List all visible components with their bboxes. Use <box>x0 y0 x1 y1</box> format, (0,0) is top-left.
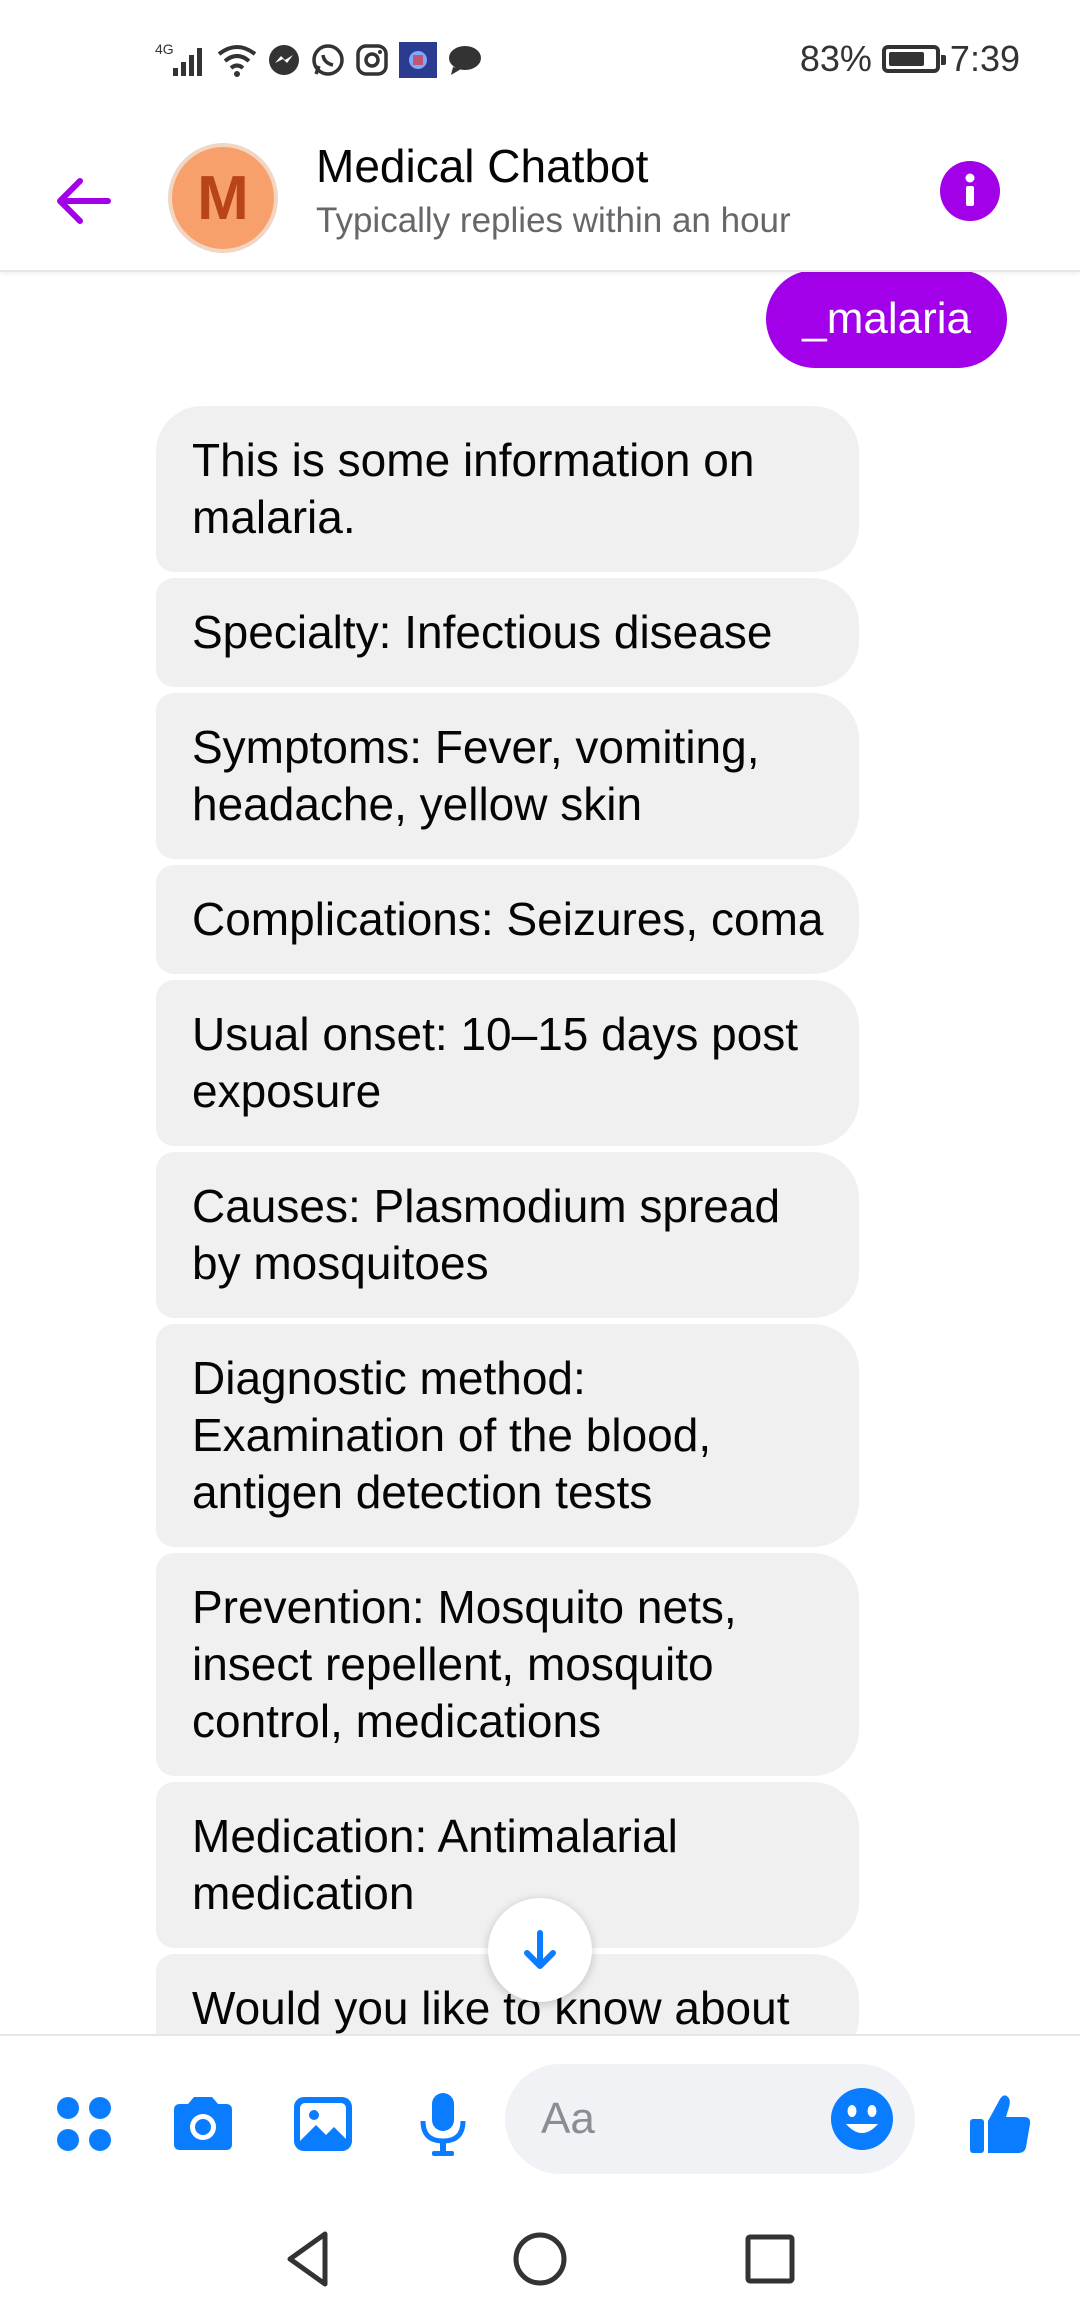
received-message[interactable]: Prevention: Mosquito nets, insect repell… <box>156 1553 860 1776</box>
info-icon <box>965 173 975 206</box>
sent-message[interactable]: _malaria <box>766 270 1007 368</box>
chat-notif-icon <box>449 46 481 75</box>
like-button[interactable] <box>961 2084 1041 2164</box>
received-message[interactable]: Complications: Seizures, coma <box>156 865 860 974</box>
messenger-notif-icon <box>269 45 299 75</box>
svg-text:4G: 4G <box>155 41 174 57</box>
chat-header: M Medical Chatbot Typically replies with… <box>0 125 1080 272</box>
back-button[interactable] <box>48 165 120 237</box>
received-message[interactable]: Specialty: Infectious disease <box>156 578 860 687</box>
chat-subtitle: Typically replies within an hour <box>316 201 791 240</box>
info-button[interactable] <box>940 161 1000 221</box>
microphone-icon <box>420 2093 466 2156</box>
more-actions-button[interactable] <box>44 2084 124 2164</box>
emoji-icon[interactable] <box>829 2086 895 2152</box>
system-nav-bar <box>0 2231 1080 2310</box>
camera-icon <box>174 2097 232 2150</box>
home-nav-icon[interactable] <box>505 2224 575 2294</box>
whatsapp-notif-icon <box>312 44 344 76</box>
back-nav-icon[interactable] <box>275 2224 345 2294</box>
message-input[interactable]: Aa <box>505 2064 915 2174</box>
thumbs-up-icon <box>970 2095 1031 2153</box>
camera-button[interactable] <box>163 2084 243 2164</box>
wifi-icon <box>217 45 257 77</box>
voice-button[interactable] <box>403 2084 483 2164</box>
received-message[interactable]: This is some information on malaria. <box>156 406 860 572</box>
message-input-placeholder: Aa <box>541 2094 595 2143</box>
battery-percent: 83% <box>799 38 872 79</box>
signal-icon: 4G <box>155 41 202 76</box>
received-message[interactable]: Symptoms: Fever, vomiting, headache, yel… <box>156 693 860 859</box>
arrow-left-icon <box>57 178 111 224</box>
message-list[interactable]: _malaria This is some information on mal… <box>0 270 1080 2034</box>
image-icon <box>294 2097 352 2151</box>
chat-title[interactable]: Medical Chatbot <box>316 139 648 193</box>
battery-icon <box>881 45 946 73</box>
avatar[interactable]: M <box>168 143 278 253</box>
recents-nav-icon[interactable] <box>735 2224 805 2294</box>
scroll-to-bottom-button[interactable] <box>488 1898 592 2002</box>
received-message[interactable]: Causes: Plasmodium spread by mosquitoes <box>156 1152 860 1318</box>
arrow-down-icon <box>524 1930 556 1969</box>
gallery-button[interactable] <box>283 2084 363 2164</box>
status-icons: 4G <box>155 40 483 80</box>
composer: Aa <box>0 2034 1080 2236</box>
four-dots-icon <box>57 2097 111 2151</box>
instagram-notif-icon <box>356 44 388 76</box>
status-bar: 4G 83% 7:39 <box>0 0 1080 125</box>
app-notif-icon <box>399 42 437 78</box>
received-messages: This is some information on malaria. Spe… <box>156 406 860 2034</box>
received-message[interactable]: Usual onset: 10–15 days post exposure <box>156 980 860 1146</box>
status-right: 83% 7:39 <box>800 38 1020 80</box>
received-message[interactable]: Diagnostic method: Examination of the bl… <box>156 1324 860 1547</box>
clock: 7:39 <box>949 38 1020 79</box>
